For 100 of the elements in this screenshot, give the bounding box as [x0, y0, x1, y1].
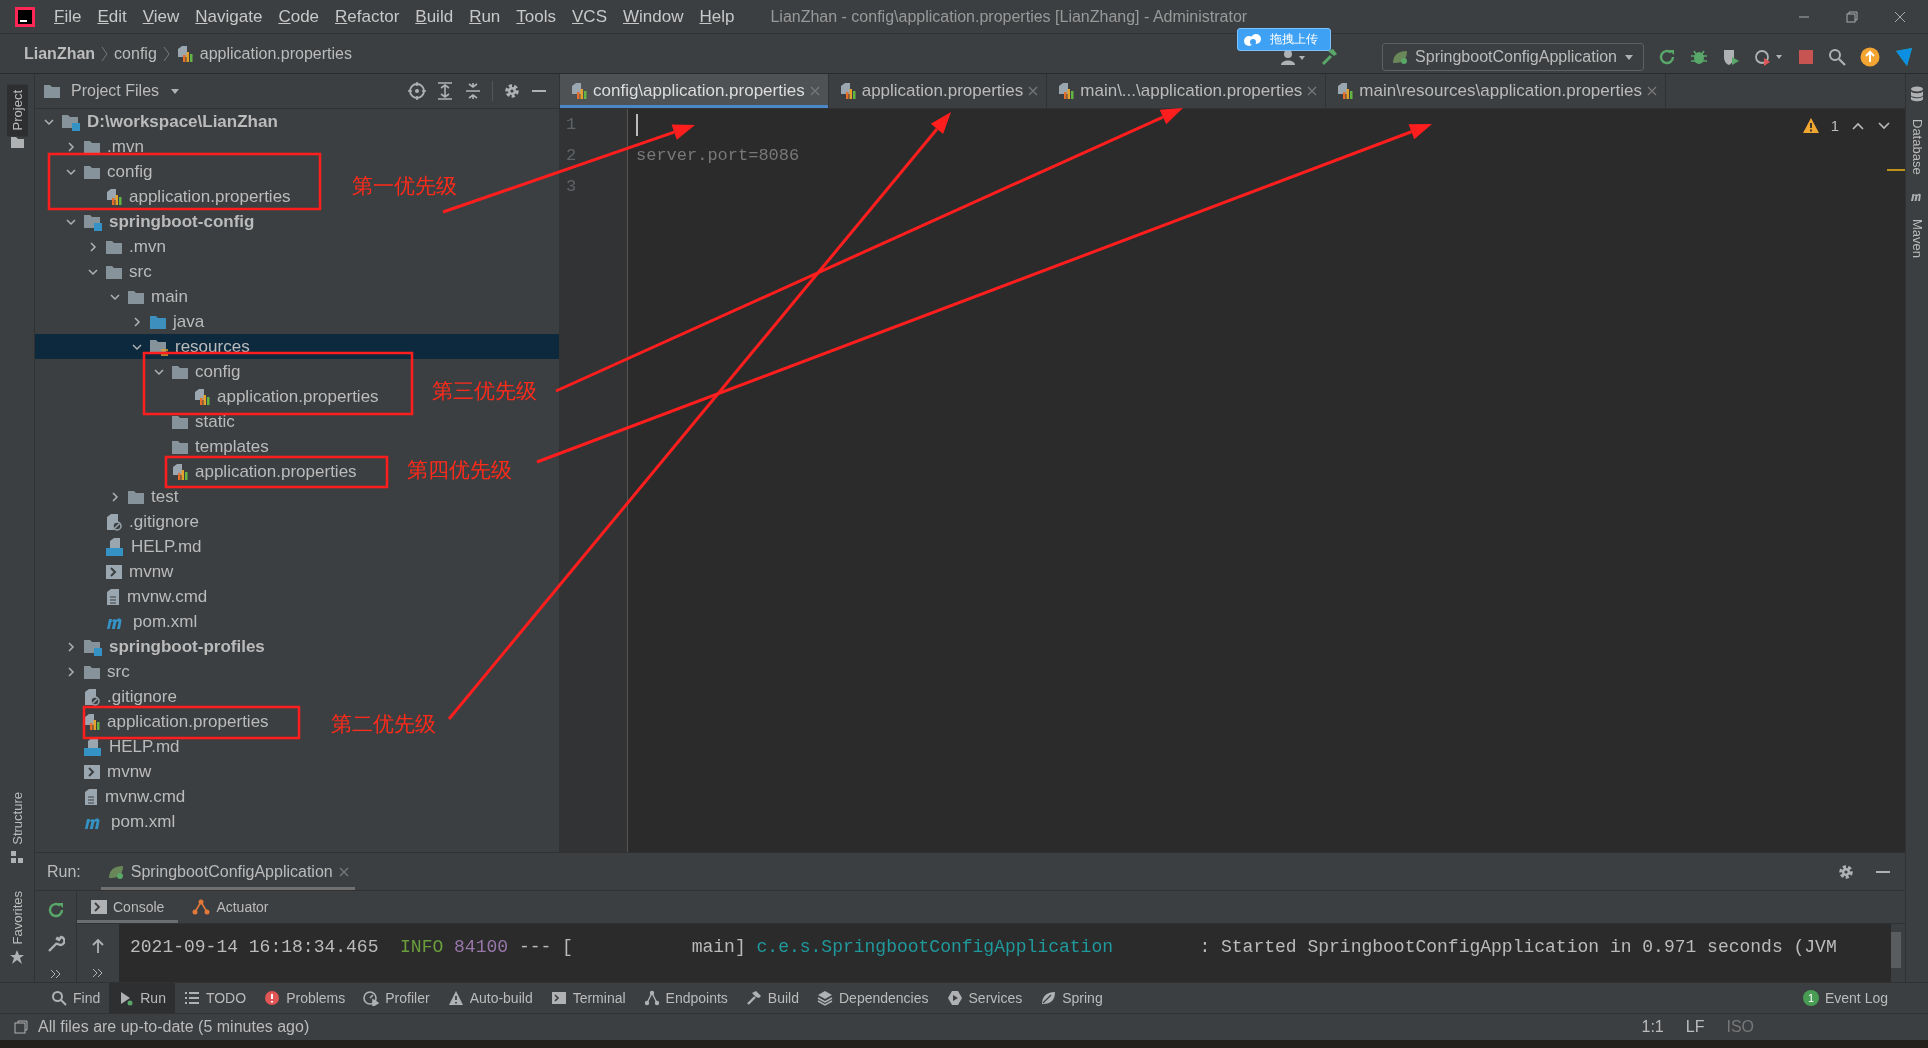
search-icon [1828, 47, 1846, 66]
menu-item[interactable]: Code [270, 6, 328, 27]
tree-row[interactable]: config [35, 159, 157, 184]
event-log-button[interactable]: 1 Event Log [1802, 983, 1928, 1013]
menu-item[interactable]: Edit [89, 6, 135, 27]
menu-item[interactable]: Build [407, 6, 462, 27]
tree-row[interactable]: src [35, 259, 156, 284]
properties-file-icon [838, 82, 857, 100]
tree-row[interactable]: HELP.md [35, 734, 184, 759]
editor-tab[interactable]: application.properties [828, 74, 1048, 108]
settings-icon [1837, 862, 1855, 881]
tree-item-label: config [195, 361, 241, 382]
tool-window-button[interactable]: Services [937, 983, 1032, 1013]
tree-item-label: application.properties [217, 386, 379, 407]
tree-row[interactable]: springboot-config [35, 209, 259, 234]
tree-row[interactable]: .mvn [35, 134, 148, 159]
window-title: LianZhan - config\application.properties [LianZhang] - Administrator [770, 7, 1249, 26]
tool-window-tab[interactable]: Favorites [6, 884, 28, 950]
run-tab[interactable]: SpringbootConfigApplication [100, 853, 355, 890]
tree-row[interactable]: test [35, 484, 183, 509]
tool-window-button[interactable]: Build [736, 983, 808, 1013]
menu-item[interactable]: Help [691, 6, 743, 27]
more-icon [92, 968, 104, 978]
tool-window-button[interactable]: Terminal [541, 983, 635, 1013]
tree-row[interactable]: application.properties [35, 384, 383, 409]
console-tab[interactable]: Actuator [178, 891, 283, 923]
breadcrumb-item[interactable]: application.properties [199, 44, 352, 63]
tree-row[interactable]: src [35, 659, 134, 684]
expand-all-icon [436, 82, 454, 100]
tool-window-tab[interactable]: Structure [6, 785, 28, 851]
tool-window-button[interactable]: Find [42, 983, 110, 1013]
module-folder-icon [83, 637, 103, 656]
tool-window-tab[interactable]: Maven [1909, 215, 1925, 261]
tree-item-label: HELP.md [131, 536, 202, 557]
breadcrumb-item[interactable]: config [114, 44, 157, 63]
warning-count[interactable]: 1 [1830, 117, 1839, 134]
folder-icon [127, 288, 145, 305]
tree-row[interactable]: application.properties [35, 709, 273, 734]
tree-row[interactable]: resources [35, 334, 559, 359]
tool-window-button[interactable]: Problems [255, 983, 355, 1013]
tree-row[interactable]: application.properties [35, 184, 295, 209]
tree-row[interactable]: application.properties [35, 459, 361, 484]
tree-row[interactable]: .gitignore [35, 509, 203, 534]
resource-folder-icon [149, 337, 169, 356]
menu-item[interactable]: View [134, 6, 188, 27]
tool-window-button[interactable]: Auto-build [438, 983, 542, 1013]
panel-title[interactable]: Project Files [71, 82, 160, 100]
tree-item-label: config [107, 161, 153, 182]
breadcrumb-item[interactable]: LianZhan [24, 44, 96, 63]
editor-tab[interactable]: main\...\application.properties [1047, 74, 1327, 108]
tree-row[interactable]: springboot-profiles [35, 634, 269, 659]
run-config-dropdown[interactable]: SpringbootConfigApplication [1382, 42, 1644, 71]
tree-row[interactable]: templates [35, 434, 273, 459]
run-label: Run: [47, 862, 81, 881]
folder-icon [171, 363, 189, 380]
tree-row[interactable]: D:\workspace\LianZhan [35, 109, 282, 134]
spring-run-icon [106, 863, 125, 880]
tree-row[interactable]: mvnw [35, 759, 156, 784]
properties-file-icon [193, 387, 211, 406]
tree-row[interactable]: java [35, 309, 209, 334]
menu-item[interactable]: Window [615, 6, 692, 27]
line-separator[interactable]: LF [1685, 1018, 1705, 1036]
tool-window-button[interactable]: Spring [1031, 983, 1112, 1013]
tool-window-button[interactable]: Profiler [354, 983, 439, 1013]
tool-window-button[interactable]: Endpoints [634, 983, 737, 1013]
menu-item[interactable]: File [46, 6, 90, 27]
folder-icon [171, 413, 189, 430]
scrollbar-thumb[interactable] [1891, 932, 1901, 968]
properties-file-icon [1057, 82, 1076, 100]
star-icon [10, 950, 24, 964]
menu-item[interactable]: VCS [564, 6, 615, 27]
annotation-label: 第一优先级 [352, 173, 457, 200]
menu-item[interactable]: Tools [508, 6, 564, 27]
tree-row[interactable]: static [35, 409, 239, 434]
tree-row[interactable]: mvnw.cmd [35, 784, 190, 809]
tool-window-button[interactable]: TODO [174, 983, 256, 1013]
tree-row[interactable]: main [35, 284, 192, 309]
menu-item[interactable]: Refactor [327, 6, 408, 27]
tree-row[interactable]: pom.xml [35, 809, 180, 834]
close-icon [809, 86, 820, 96]
tree-item-label: springboot-profiles [109, 636, 265, 657]
editor-tab[interactable]: config\application.properties [560, 74, 829, 108]
tree-row[interactable]: .mvn [35, 234, 170, 259]
tree-row[interactable]: .gitignore [35, 684, 181, 709]
editor-tab[interactable]: main\resources\application.properties [1326, 74, 1666, 108]
tree-row[interactable]: mvnw.cmd [35, 584, 212, 609]
menu-item[interactable]: Run [461, 6, 509, 27]
tool-window-tab[interactable]: Project [6, 84, 28, 137]
tool-window-button[interactable]: Dependencies [808, 983, 938, 1013]
tree-row[interactable]: mvnw [35, 559, 178, 584]
tree-row[interactable]: HELP.md [35, 534, 206, 559]
tree-row[interactable]: config [35, 359, 245, 384]
tool-window-button[interactable]: Run [109, 983, 175, 1013]
tree-row[interactable]: pom.xml [35, 609, 202, 634]
caret-position[interactable]: 1:1 [1641, 1018, 1664, 1036]
search-icon [51, 990, 67, 1006]
profile-icon [1754, 47, 1784, 66]
tool-window-tab[interactable]: Database [1909, 116, 1925, 178]
menu-item[interactable]: Navigate [187, 6, 271, 27]
tree-item-label: mvnw [129, 561, 174, 582]
